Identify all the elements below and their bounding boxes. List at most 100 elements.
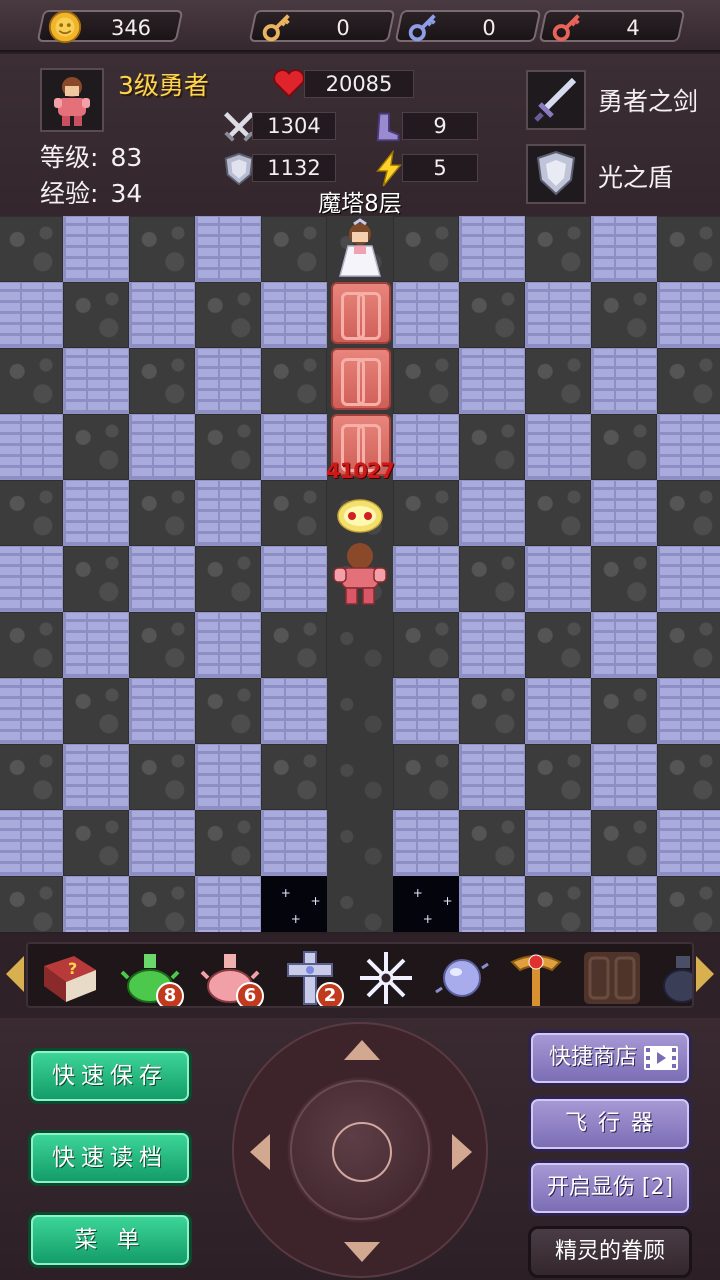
weapon-name: 勇者之剑 (598, 87, 699, 116)
wall-tile (591, 348, 657, 414)
red-key-value: 4 (626, 16, 640, 40)
cross-item[interactable]: 2 (278, 948, 344, 1006)
wall-tile (393, 282, 459, 348)
monster-book-item[interactable]: ? (38, 948, 102, 1006)
floor-path-tile (327, 744, 393, 810)
wall-tile (63, 480, 129, 546)
arrow-left-icon[interactable] (250, 1134, 270, 1170)
cross-count: 2 (316, 982, 344, 1006)
quick-save-button[interactable]: 快速保存 (28, 1048, 192, 1104)
floor-path-tile (327, 612, 393, 678)
wall-tile (591, 414, 657, 480)
wall-tile (195, 216, 261, 282)
yellow-key-icon (262, 14, 290, 42)
red-door[interactable] (331, 282, 391, 344)
wall-tile (195, 876, 261, 932)
wall-tile (393, 480, 459, 546)
starry-void-tile: + + + (393, 876, 459, 932)
wall-tile (591, 282, 657, 348)
hero-player[interactable] (328, 540, 392, 608)
attack-value: 1304 (252, 112, 336, 140)
game-board[interactable]: + + + + + +41027 (0, 216, 720, 932)
arrow-right-icon[interactable] (452, 1134, 472, 1170)
pink-potion-item[interactable]: 6 (198, 948, 264, 1006)
wall-tile (657, 282, 720, 348)
wall-tile (657, 612, 720, 678)
dark-vase-item[interactable] (652, 948, 692, 1006)
snowflake-icon (360, 952, 412, 1004)
pink-potion-count: 6 (236, 982, 264, 1006)
arrow-up-icon[interactable] (344, 1040, 380, 1060)
red-door[interactable] (331, 348, 391, 410)
wall-tile (591, 744, 657, 810)
door-item[interactable] (580, 948, 644, 1006)
yellow-slime-enemy[interactable] (334, 492, 386, 536)
hero-level-row: 等级: 83 (40, 138, 142, 174)
wall-tile (657, 678, 720, 744)
direction-pad[interactable] (232, 1022, 488, 1278)
wall-tile (525, 282, 591, 348)
speed-value: 5 (402, 154, 478, 182)
resource-bar: 346 0 0 4 (0, 0, 720, 52)
blue-key-counter: 0 (394, 10, 542, 42)
wall-tile (261, 348, 327, 414)
wall-tile (657, 744, 720, 810)
wall-tile (63, 546, 129, 612)
wall-tile (63, 810, 129, 876)
magic-staff-item[interactable] (504, 948, 568, 1006)
wall-tile (129, 876, 195, 932)
wall-tile (0, 414, 63, 480)
snowflake-item[interactable] (354, 948, 418, 1006)
weapon-slot[interactable] (526, 70, 586, 130)
wall-tile (0, 678, 63, 744)
wall-tile (261, 810, 327, 876)
wall-tile (393, 348, 459, 414)
item-track: ? 8 6 2 (26, 942, 694, 1008)
blue-key-value: 0 (482, 16, 496, 40)
flyer-button[interactable]: 飞 行 器 (528, 1096, 692, 1152)
quick-shop-button[interactable]: 快捷商店 (528, 1030, 692, 1086)
wall-tile (195, 744, 261, 810)
wall-tile (393, 678, 459, 744)
wall-tile (129, 414, 195, 480)
wall-tile (261, 678, 327, 744)
wall-tile (129, 282, 195, 348)
floor-path-tile (327, 810, 393, 876)
princess-npc[interactable] (330, 218, 390, 280)
fairy-blessing-button[interactable]: 精灵的眷顾 (528, 1226, 692, 1278)
wall-tile (525, 876, 591, 932)
wall-tile (195, 282, 261, 348)
item-scroll-right-icon[interactable] (696, 956, 714, 992)
wall-tile (261, 546, 327, 612)
yellow-key-counter: 0 (248, 10, 396, 42)
show-damage-button[interactable]: 开启显伤 [2] (528, 1160, 692, 1216)
green-potion-item[interactable]: 8 (118, 948, 184, 1006)
item-scroll-left-icon[interactable] (6, 956, 24, 992)
enemy-damage-label: 41027 (325, 459, 395, 483)
sword-icon (534, 77, 577, 122)
quick-load-button[interactable]: 快速读档 (28, 1130, 192, 1186)
fly-orb-item[interactable] (430, 948, 494, 1006)
dpad-center[interactable] (290, 1080, 430, 1220)
menu-button[interactable]: 菜 单 (28, 1212, 192, 1268)
wall-tile (591, 810, 657, 876)
wall-tile (195, 546, 261, 612)
green-potion-count: 8 (156, 982, 184, 1006)
wall-tile (525, 810, 591, 876)
wall-tile (195, 480, 261, 546)
wall-tile (657, 546, 720, 612)
wall-tile (0, 744, 63, 810)
wall-tile (63, 678, 129, 744)
wall-tile (459, 744, 525, 810)
wall-tile (591, 216, 657, 282)
wall-tile (0, 348, 63, 414)
level-label: 等级: (40, 143, 99, 172)
wall-tile (459, 546, 525, 612)
wall-tile (459, 876, 525, 932)
wall-tile (657, 216, 720, 282)
wall-tile (657, 480, 720, 546)
wall-tile (129, 546, 195, 612)
yellow-key-value: 0 (336, 16, 350, 40)
wall-tile (393, 216, 459, 282)
arrow-down-icon[interactable] (344, 1242, 380, 1262)
